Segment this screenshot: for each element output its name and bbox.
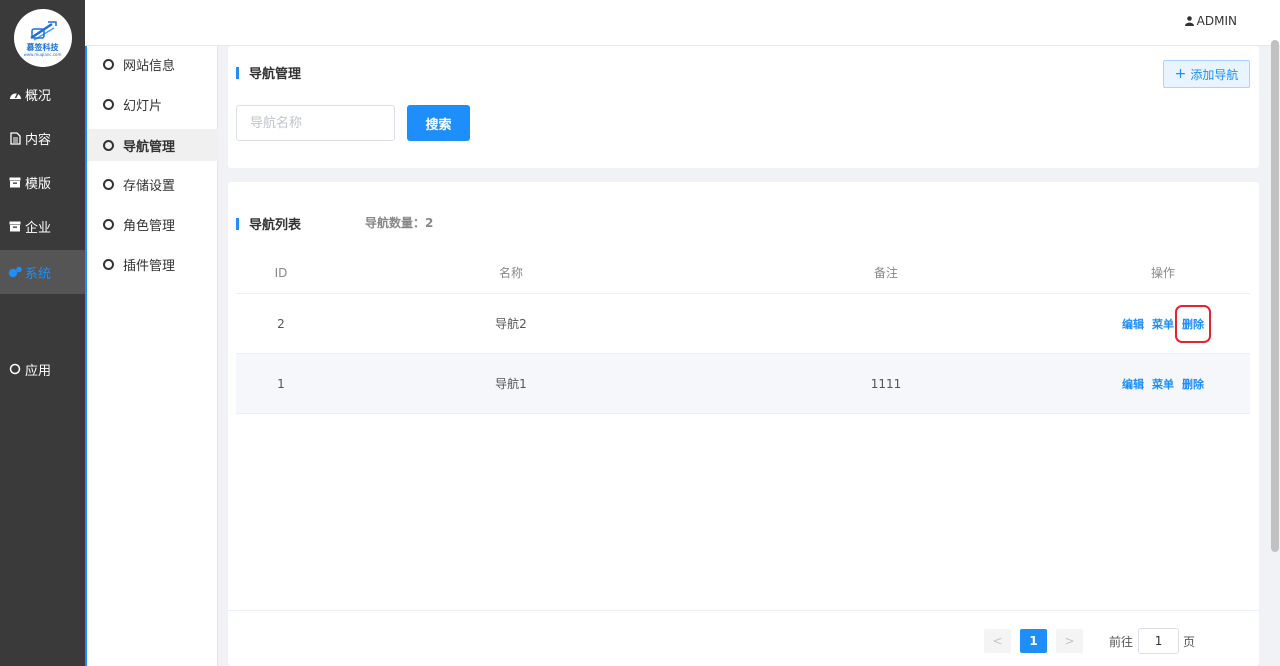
cell-id: 2 [277,316,285,331]
column-header-name: 名称 [498,266,523,280]
title-accent-bar [236,66,239,79]
logo-area: 慕签科技 www.muqianc.com [0,0,85,76]
circle-icon [103,218,114,230]
plus-icon: + [1174,66,1187,82]
subnav-item-plugins[interactable]: 插件管理 [87,248,218,280]
logo-mark-icon [28,20,58,42]
sidebar-item-label: 模版 [25,176,52,192]
goto-suffix: 页 [1183,634,1196,649]
delete-link[interactable]: 删除 [1175,304,1211,343]
title-accent-bar [236,217,239,230]
user-name: ADMIN [1196,14,1237,28]
cell-ops: 编辑 菜单 删除 [1076,376,1250,392]
main-sidebar: 慕签科技 www.muqianc.com 概况 内容 模版 企业 系统 应用 [0,0,85,666]
sub-sidebar: 网站信息 幻灯片 导航管理 存储设置 角色管理 插件管理 [85,46,218,666]
subnav-item-label: 幻灯片 [123,98,163,114]
add-navigation-button[interactable]: + 添加导航 [1163,60,1250,88]
subnav-item-label: 网站信息 [123,58,176,74]
menu-link[interactable]: 菜单 [1152,376,1174,392]
delete-link[interactable]: 删除 [1182,376,1204,392]
subnav-item-label: 导航管理 [123,139,176,155]
page-number-current[interactable]: 1 [1020,629,1047,653]
circle-icon [8,362,22,376]
sidebar-item-label: 企业 [25,220,52,236]
navigation-table: ID 名称 备注 操作 2 导航2 编辑 菜单 删除 1 导航1 1111 编辑… [236,252,1250,414]
subnav-item-storage[interactable]: 存储设置 [87,168,218,200]
brand-logo[interactable]: 慕签科技 www.muqianc.com [13,9,72,67]
pagination: < 1 > 前往 页 [984,628,1195,654]
column-header-ops: 操作 [1150,266,1175,280]
cell-name: 导航1 [495,377,527,391]
goto-page-input[interactable] [1138,628,1180,654]
search-card-title: 导航管理 [249,67,302,82]
column-header-id: ID [274,265,288,280]
subnav-item-navigation[interactable]: 导航管理 [87,129,218,161]
cell-ops: 编辑 菜单 删除 [1076,304,1250,343]
table-row: 2 导航2 编辑 菜单 删除 [236,294,1250,354]
navigation-name-input[interactable] [236,105,395,141]
cell-note: 1111 [870,376,902,391]
document-icon [8,131,22,145]
box-icon [8,219,22,233]
add-navigation-label: 添加导航 [1190,67,1239,82]
circle-icon [103,178,114,190]
subnav-item-label: 角色管理 [123,218,176,234]
top-bar: ADMIN [85,0,1280,46]
brand-name: 慕签科技 [26,42,59,52]
circle-icon [103,258,114,270]
subnav-item-site-info[interactable]: 网站信息 [87,48,218,80]
pager-divider [228,610,1259,611]
subnav-item-slides[interactable]: 幻灯片 [87,88,218,120]
brand-sub: www.muqianc.com [23,51,62,57]
subnav-item-roles[interactable]: 角色管理 [87,208,218,240]
dashboard-icon [8,87,22,101]
circle-icon [103,98,114,110]
prev-page-button[interactable]: < [984,629,1011,653]
section-title: 导航列表 [236,214,301,233]
sidebar-item-template[interactable]: 模版 [0,160,85,204]
section-title: 导航管理 [236,63,301,82]
list-card: 导航列表 导航数量：2 ID 名称 备注 操作 2 导航2 编辑 菜单 删除 1… [228,182,1259,666]
circle-icon [103,139,114,151]
sidebar-item-label: 内容 [25,132,52,148]
list-card-title: 导航列表 [249,218,302,233]
sidebar-item-content[interactable]: 内容 [0,116,85,160]
gears-icon [8,265,22,279]
menu-link[interactable]: 菜单 [1152,316,1174,332]
search-button[interactable]: 搜索 [407,105,470,141]
table-header: ID 名称 备注 操作 [236,252,1250,294]
user-menu[interactable]: ADMIN [1184,14,1237,28]
table-row: 1 导航1 1111 编辑 菜单 删除 [236,354,1250,414]
column-header-note: 备注 [873,266,898,280]
subnav-item-label: 存储设置 [123,178,176,194]
search-card: 导航管理 + 添加导航 搜索 [228,46,1259,168]
sidebar-item-label: 系统 [25,266,52,282]
next-page-button[interactable]: > [1056,629,1083,653]
sidebar-item-label: 应用 [25,363,52,379]
sidebar-item-apps[interactable]: 应用 [0,347,85,391]
edit-link[interactable]: 编辑 [1122,376,1144,392]
cell-id: 1 [277,376,285,391]
navigation-count: 导航数量：2 [365,216,434,230]
sidebar-item-company[interactable]: 企业 [0,204,85,248]
sidebar-item-system[interactable]: 系统 [0,250,85,294]
edit-link[interactable]: 编辑 [1122,316,1144,332]
sidebar-item-overview[interactable]: 概况 [0,72,85,116]
sidebar-item-label: 概况 [25,88,52,104]
page-scrollbar[interactable] [1271,40,1279,552]
circle-icon [103,58,114,70]
user-icon [1184,16,1194,26]
goto-label: 前往 [1109,634,1134,649]
cell-name: 导航2 [495,317,527,331]
subnav-item-label: 插件管理 [123,258,176,274]
box-icon [8,175,22,189]
